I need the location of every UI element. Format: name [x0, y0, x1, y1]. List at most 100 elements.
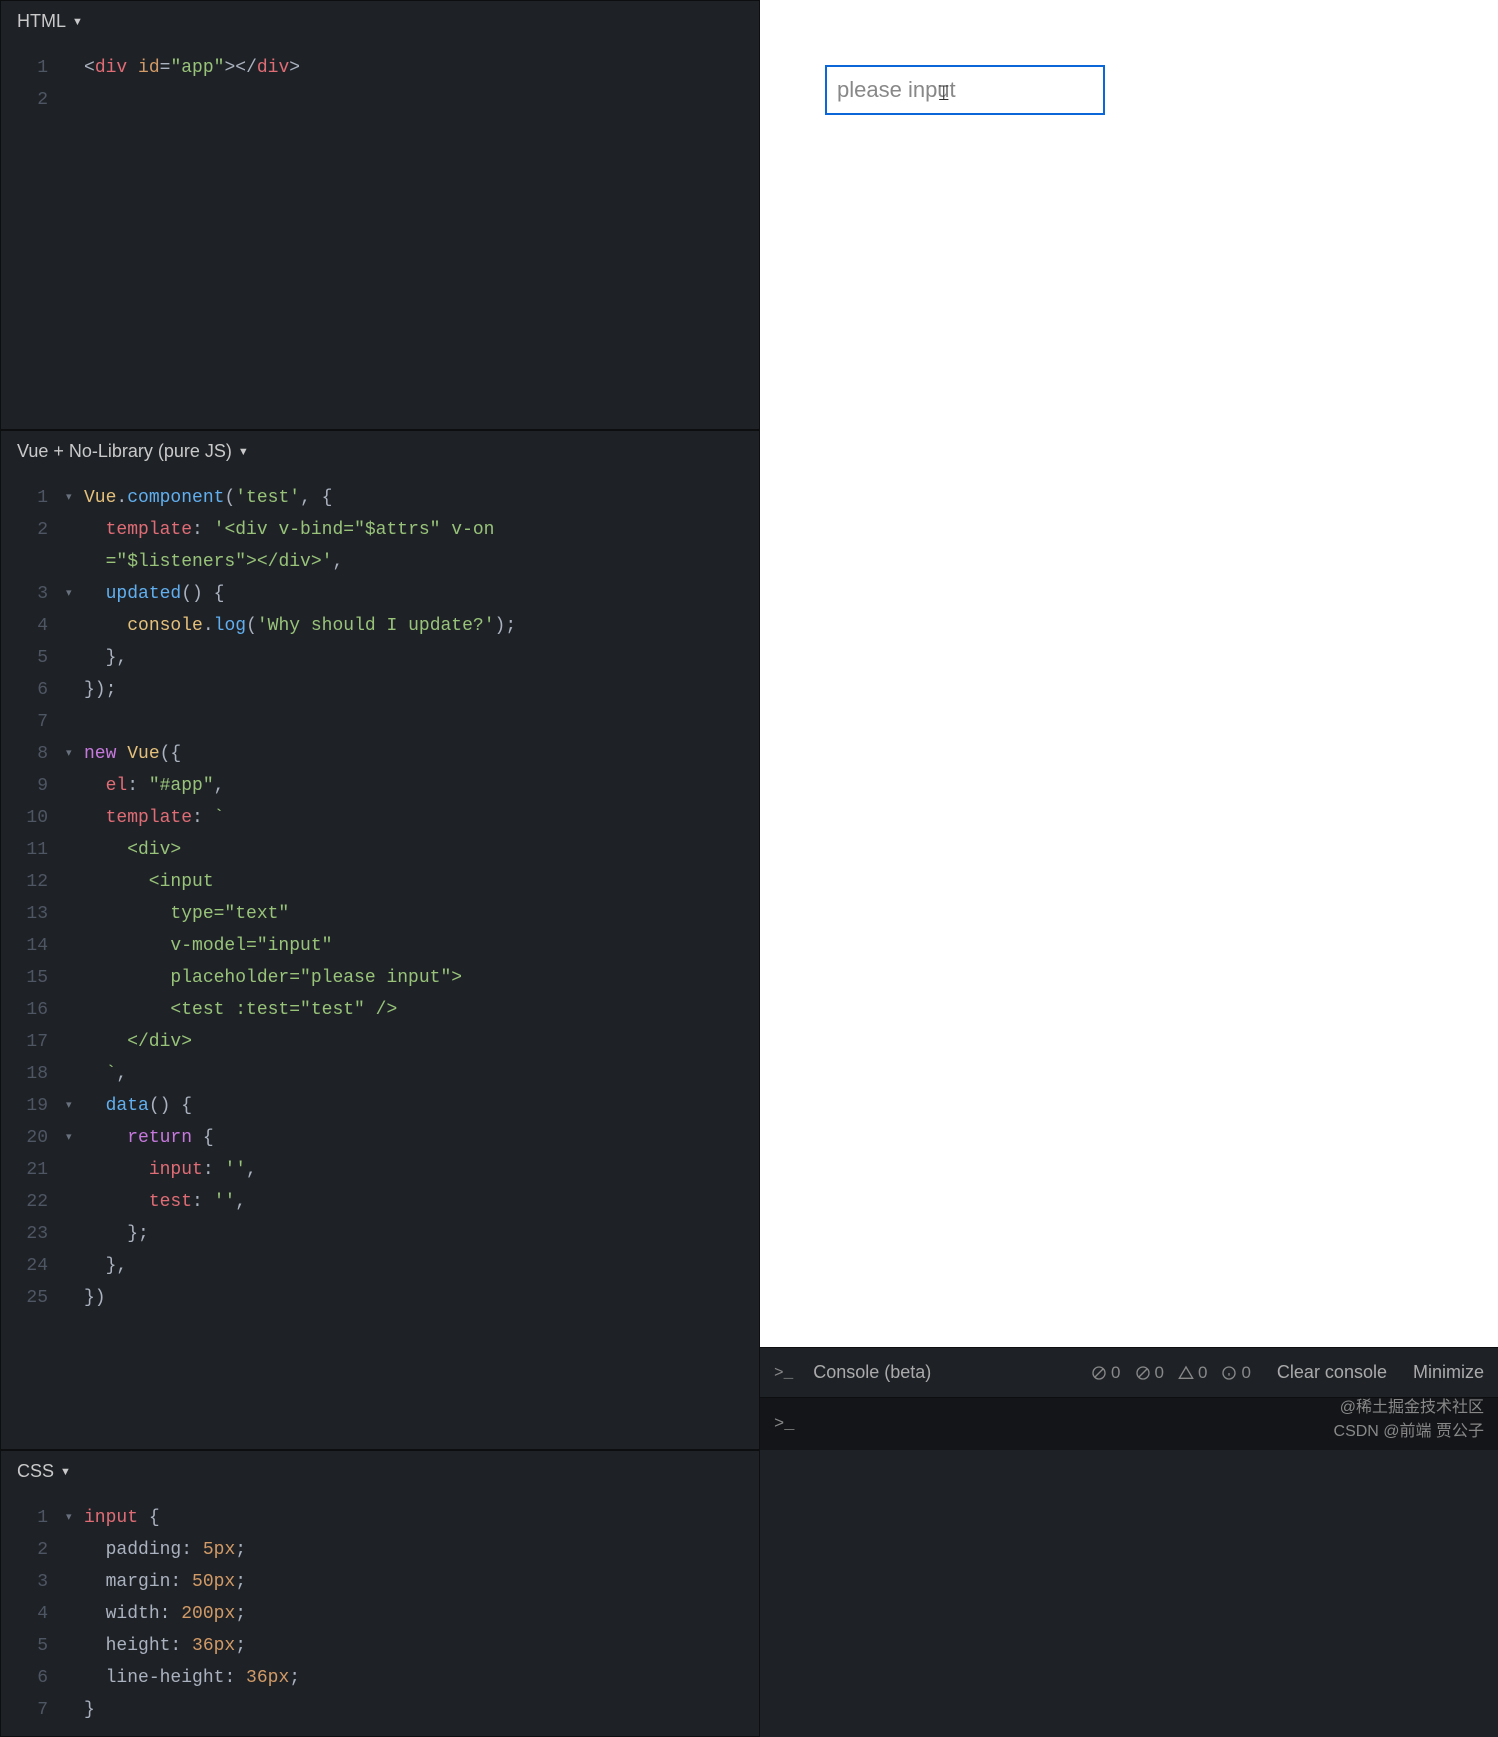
line-number: 5 [1, 642, 66, 674]
code-content[interactable]: }); [84, 674, 116, 706]
css-pane-header[interactable]: CSS ▼ [1, 1451, 759, 1492]
code-line[interactable]: 4 console.log('Why should I update?'); [1, 610, 759, 642]
code-line[interactable]: 5 }, [1, 642, 759, 674]
code-line[interactable]: 1▾input { [1, 1502, 759, 1534]
code-content[interactable]: placeholder="please input"> [84, 962, 462, 994]
code-line[interactable]: 1▾Vue.component('test', { [1, 482, 759, 514]
no-entry-icon [1091, 1365, 1107, 1381]
code-content[interactable]: input: '', [84, 1154, 257, 1186]
watermark-line-2: CSDN @前端 贾公子 [1334, 1420, 1484, 1444]
code-content[interactable]: data() { [84, 1090, 192, 1122]
console-bar: >_ Console (beta) 0 0 0 0 Clear console … [760, 1347, 1498, 1397]
code-line[interactable]: 24 }, [1, 1250, 759, 1282]
code-line[interactable]: 17 </div> [1, 1026, 759, 1058]
code-content[interactable]: type="text" [84, 898, 289, 930]
code-content[interactable]: console.log('Why should I update?'); [84, 610, 516, 642]
code-line[interactable]: 12 <input [1, 866, 759, 898]
html-editor[interactable]: 1<div id="app"></div>2 [1, 42, 759, 429]
code-line[interactable]: 9 el: "#app", [1, 770, 759, 802]
code-content[interactable]: width: 200px; [84, 1598, 246, 1630]
code-content[interactable]: }) [84, 1282, 106, 1314]
code-line[interactable]: 16 <test :test="test" /> [1, 994, 759, 1026]
code-content[interactable]: <div> [84, 834, 181, 866]
console-info[interactable]: 0 [1178, 1363, 1207, 1383]
code-content[interactable]: </div> [84, 1026, 192, 1058]
code-content[interactable]: el: "#app", [84, 770, 224, 802]
console-logs[interactable]: 0 [1221, 1363, 1250, 1383]
js-pane-header[interactable]: Vue + No-Library (pure JS) ▼ [1, 431, 759, 472]
code-content[interactable]: return { [84, 1122, 214, 1154]
fold-icon[interactable]: ▾ [66, 1502, 84, 1534]
code-line[interactable]: 14 v-model="input" [1, 930, 759, 962]
preview-text-input[interactable] [825, 65, 1105, 115]
code-line[interactable]: 25}) [1, 1282, 759, 1314]
code-line[interactable]: 2 template: '<div v-bind="$attrs" v-on =… [1, 514, 759, 578]
fold-icon[interactable]: ▾ [66, 1090, 84, 1122]
code-line[interactable]: 4 width: 200px; [1, 1598, 759, 1630]
clear-console-button[interactable]: Clear console [1277, 1362, 1387, 1383]
code-line[interactable]: 3▾ updated() { [1, 578, 759, 610]
fold-icon[interactable]: ▾ [66, 482, 84, 514]
code-content[interactable]: updated() { [84, 578, 224, 610]
minimize-button[interactable]: Minimize [1413, 1362, 1484, 1383]
js-editor[interactable]: 1▾Vue.component('test', {2 template: '<d… [1, 472, 759, 1449]
line-number: 23 [1, 1218, 66, 1250]
fold-icon[interactable]: ▾ [66, 1122, 84, 1154]
line-number: 18 [1, 1058, 66, 1090]
fold-icon[interactable]: ▾ [66, 738, 84, 770]
line-number: 7 [1, 706, 66, 738]
code-content[interactable]: height: 36px; [84, 1630, 246, 1662]
code-line[interactable]: 15 placeholder="please input"> [1, 962, 759, 994]
code-line[interactable]: 5 height: 36px; [1, 1630, 759, 1662]
code-line[interactable]: 20▾ return { [1, 1122, 759, 1154]
line-number: 9 [1, 770, 66, 802]
console-warnings[interactable]: 0 [1135, 1363, 1164, 1383]
code-line[interactable]: 21 input: '', [1, 1154, 759, 1186]
warning-icon [1178, 1365, 1194, 1381]
code-content[interactable]: }, [84, 642, 127, 674]
line-number: 2 [1, 1534, 66, 1566]
code-line[interactable]: 23 }; [1, 1218, 759, 1250]
code-line[interactable]: 6}); [1, 674, 759, 706]
code-content[interactable]: template: ` [84, 802, 224, 834]
code-line[interactable]: 19▾ data() { [1, 1090, 759, 1122]
css-editor[interactable]: 1▾input {2 padding: 5px;3 margin: 50px;4… [1, 1492, 759, 1736]
code-line[interactable]: 7} [1, 1694, 759, 1726]
code-content[interactable]: Vue.component('test', { [84, 482, 332, 514]
code-content[interactable]: margin: 50px; [84, 1566, 246, 1598]
line-number: 12 [1, 866, 66, 898]
code-line[interactable]: 2 [1, 84, 759, 116]
code-content[interactable]: line-height: 36px; [84, 1662, 300, 1694]
code-content[interactable]: template: '<div v-bind="$attrs" v-on ="$… [84, 514, 495, 578]
code-content[interactable]: test: '', [84, 1186, 246, 1218]
code-line[interactable]: 11 <div> [1, 834, 759, 866]
code-content[interactable]: v-model="input" [84, 930, 332, 962]
code-line[interactable]: 8▾new Vue({ [1, 738, 759, 770]
console-errors[interactable]: 0 [1091, 1363, 1120, 1383]
code-content[interactable]: <test :test="test" /> [84, 994, 397, 1026]
fold-icon[interactable]: ▾ [66, 578, 84, 610]
code-line[interactable]: 2 padding: 5px; [1, 1534, 759, 1566]
code-line[interactable]: 22 test: '', [1, 1186, 759, 1218]
code-content[interactable]: }, [84, 1250, 127, 1282]
html-pane-header[interactable]: HTML ▼ [1, 1, 759, 42]
code-content[interactable]: new Vue({ [84, 738, 181, 770]
code-line[interactable]: 7 [1, 706, 759, 738]
code-line[interactable]: 13 type="text" [1, 898, 759, 930]
code-line[interactable]: 6 line-height: 36px; [1, 1662, 759, 1694]
code-content[interactable]: input { [84, 1502, 160, 1534]
code-content[interactable]: `, [84, 1058, 127, 1090]
code-line[interactable]: 10 template: ` [1, 802, 759, 834]
code-content[interactable]: <input [84, 866, 214, 898]
code-line[interactable]: 18 `, [1, 1058, 759, 1090]
line-number: 8 [1, 738, 66, 770]
code-content[interactable]: <div id="app"></div> [84, 52, 300, 84]
code-content[interactable]: } [84, 1694, 95, 1726]
code-content[interactable]: padding: 5px; [84, 1534, 246, 1566]
code-content[interactable]: }; [84, 1218, 149, 1250]
line-number: 1 [1, 482, 66, 514]
code-line[interactable]: 1<div id="app"></div> [1, 52, 759, 84]
code-line[interactable]: 3 margin: 50px; [1, 1566, 759, 1598]
preview-pane: 𝙸 [760, 0, 1498, 1450]
html-pane-title: HTML [17, 11, 66, 32]
